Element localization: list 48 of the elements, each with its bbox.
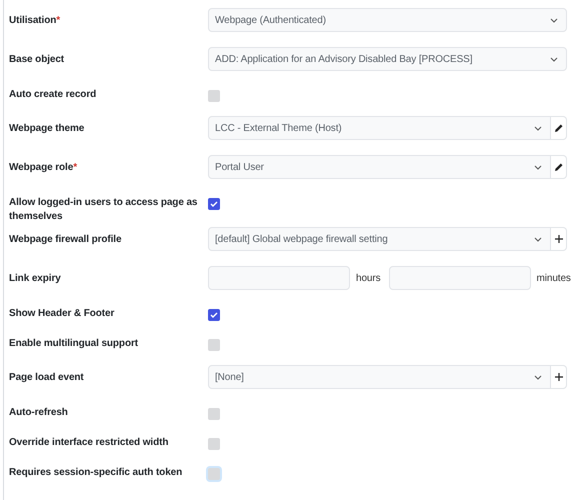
checkmark-icon bbox=[210, 312, 218, 318]
plus-icon bbox=[554, 373, 562, 381]
field-label: Link expiry bbox=[9, 272, 62, 286]
field-label: Base object bbox=[9, 53, 66, 67]
chevron-down-icon bbox=[534, 374, 542, 380]
chevron-down-icon bbox=[550, 18, 558, 22]
plus-icon bbox=[554, 235, 562, 243]
field-label: Auto-refresh bbox=[9, 406, 69, 420]
field-label: Override interface restricted width bbox=[9, 436, 170, 450]
field-label: Allow logged-in users to access page as themselves bbox=[9, 196, 198, 224]
field-label: Requires session-specific auth token bbox=[9, 466, 184, 480]
unit-label: hours bbox=[356, 272, 381, 284]
checkmark-icon bbox=[210, 201, 218, 207]
checkbox[interactable] bbox=[208, 438, 220, 450]
field-label: Webpage theme bbox=[9, 122, 86, 136]
chevron-down-icon bbox=[550, 56, 558, 62]
edit-button[interactable] bbox=[551, 116, 567, 140]
checkbox[interactable] bbox=[208, 198, 220, 210]
required-mark: * bbox=[56, 15, 60, 26]
dropdown[interactable]: Webpage (Authenticated) bbox=[208, 8, 567, 32]
checkbox[interactable] bbox=[208, 408, 220, 420]
field-label: Show Header & Footer bbox=[9, 307, 116, 321]
field-label: Utilisation bbox=[9, 15, 56, 26]
add-button[interactable] bbox=[551, 365, 567, 389]
chevron-down-icon bbox=[534, 164, 542, 170]
checkbox[interactable] bbox=[208, 90, 220, 102]
chevron-down-icon bbox=[534, 236, 542, 242]
field-label: Enable multilingual support bbox=[9, 337, 139, 351]
field-label: Webpage role bbox=[9, 162, 74, 173]
field-label: Auto create record bbox=[9, 88, 98, 102]
required-mark: * bbox=[73, 162, 77, 173]
chevron-down-icon bbox=[534, 126, 542, 130]
add-button[interactable] bbox=[551, 227, 567, 251]
field-label: Page load event bbox=[9, 371, 85, 385]
edit-button[interactable] bbox=[551, 155, 567, 179]
field-label: Webpage firewall profile bbox=[9, 233, 122, 247]
dropdown[interactable]: ADD: Application for an Advisory Disabled Bay [PROCESS] bbox=[208, 47, 567, 71]
number-field[interactable] bbox=[208, 266, 350, 290]
dropdown[interactable]: [None] bbox=[208, 365, 551, 389]
checkbox[interactable] bbox=[208, 339, 220, 351]
pencil-icon bbox=[554, 124, 562, 132]
dropdown[interactable]: [default] Global webpage firewall setting bbox=[208, 227, 551, 251]
dropdown[interactable]: Portal User bbox=[208, 155, 551, 179]
pencil-icon bbox=[554, 163, 562, 171]
checkbox[interactable] bbox=[208, 309, 220, 321]
unit-label: minutes bbox=[536, 272, 571, 284]
dropdown[interactable]: LCC - External Theme (Host) bbox=[208, 116, 551, 140]
number-field[interactable] bbox=[388, 266, 531, 290]
